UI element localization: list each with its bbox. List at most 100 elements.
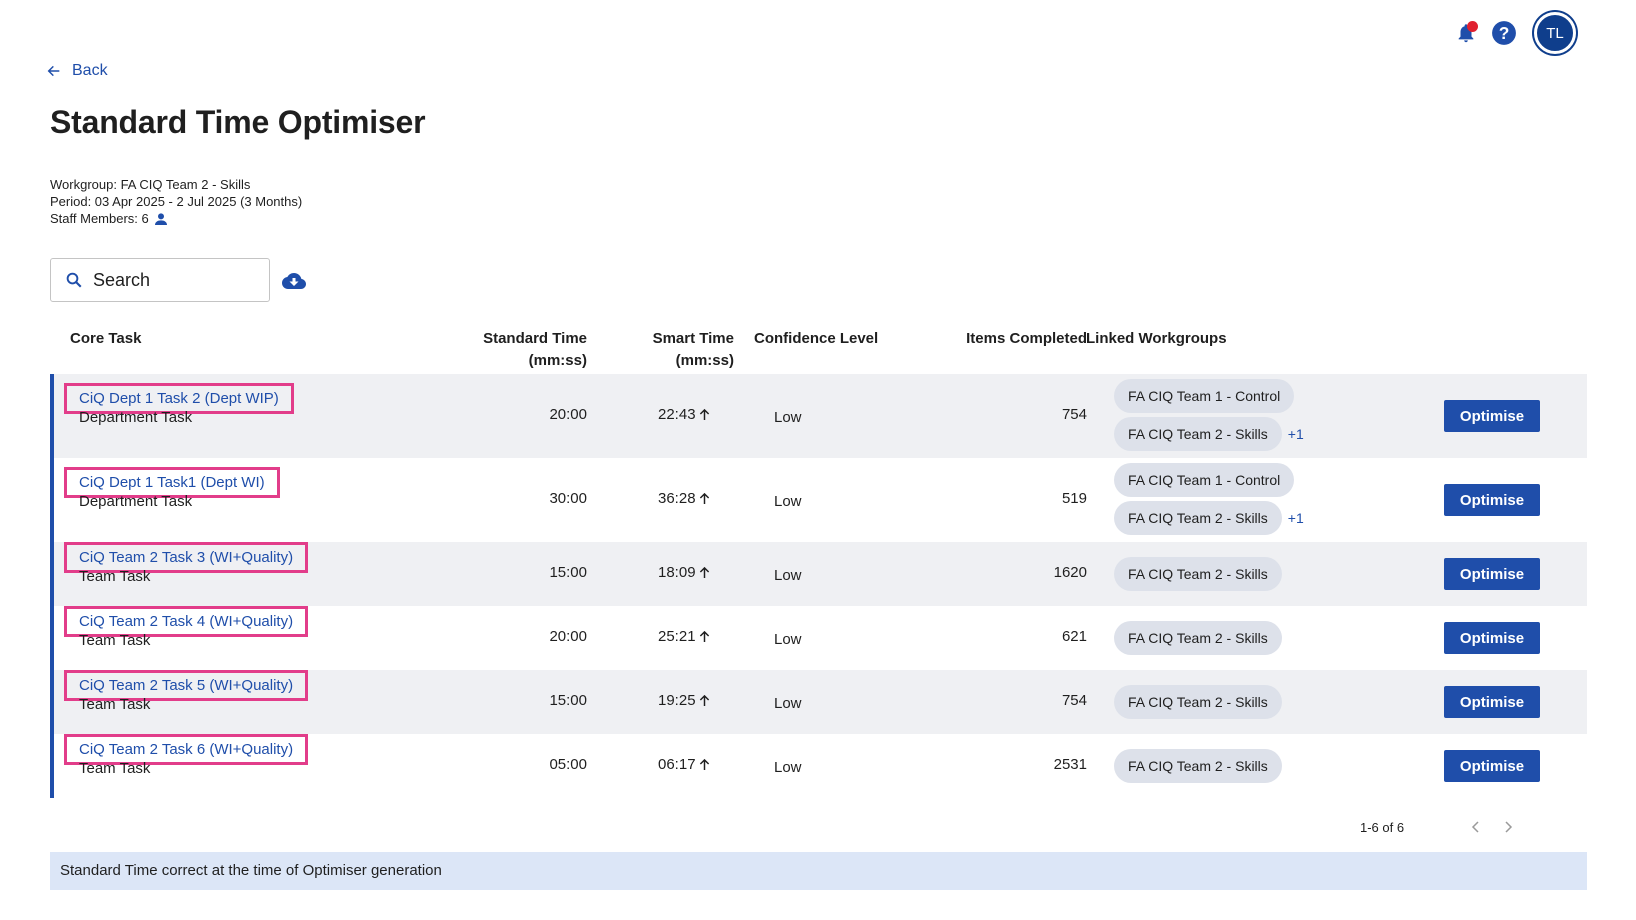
task-cell: CiQ Dept 1 Task 2 (Dept WIP) Department … <box>64 383 294 426</box>
search-icon <box>66 272 82 288</box>
arrow-up-icon <box>699 492 709 504</box>
task-cell: CiQ Team 2 Task 4 (WI+Quality) Team Task <box>64 606 309 649</box>
confidence-level: Low <box>774 409 802 426</box>
smart-time: 36:28 <box>658 490 710 507</box>
workgroup-chip: FA CIQ Team 2 - Skills <box>1114 501 1282 535</box>
header-confidence: Confidence Level <box>754 330 879 347</box>
chevron-right-icon <box>1505 821 1513 833</box>
notifications-button[interactable] <box>1452 19 1480 47</box>
standard-time: 20:00 <box>549 628 587 645</box>
staff-members-text: Staff Members: 6 <box>50 211 149 226</box>
pagination: 1-6 of 6 <box>1360 817 1518 837</box>
standard-time: 30:00 <box>549 490 587 507</box>
help-button[interactable]: ? <box>1490 19 1518 47</box>
items-completed: 519 <box>1061 490 1087 507</box>
svg-text:?: ? <box>1499 23 1510 43</box>
standard-time: 05:00 <box>549 756 587 773</box>
optimiser-meta: Workgroup: FA CIQ Team 2 - Skills Period… <box>50 176 302 227</box>
task-cell: CiQ Team 2 Task 5 (WI+Quality) Team Task <box>64 670 309 713</box>
smart-time: 22:43 <box>658 406 710 423</box>
workgroup-chip: FA CIQ Team 1 - Control <box>1114 463 1295 497</box>
items-completed: 754 <box>1061 692 1087 709</box>
optimise-button[interactable]: Optimise <box>1444 622 1540 654</box>
staff-members-row: Staff Members: 6 <box>50 210 302 227</box>
previous-page-button[interactable] <box>1466 817 1486 837</box>
items-completed: 621 <box>1061 628 1087 645</box>
linked-workgroups: FA CIQ Team 2 - Skills <box>1114 557 1282 591</box>
optimise-button[interactable]: Optimise <box>1444 686 1540 718</box>
period-text: Period: 03 Apr 2025 - 2 Jul 2025 (3 Mont… <box>50 194 303 209</box>
workgroup-chip: FA CIQ Team 2 - Skills <box>1114 417 1282 451</box>
smart-time: 25:21 <box>658 628 710 645</box>
confidence-level: Low <box>774 695 802 712</box>
avatar[interactable]: TL <box>1534 12 1576 54</box>
search-box[interactable] <box>50 258 270 302</box>
items-completed: 754 <box>1061 406 1087 423</box>
table-row: CiQ Team 2 Task 5 (WI+Quality) Team Task… <box>54 670 1587 734</box>
search-input[interactable] <box>93 269 243 291</box>
optimise-button[interactable]: Optimise <box>1444 750 1540 782</box>
standard-time: 20:00 <box>549 406 587 423</box>
task-cell: CiQ Team 2 Task 3 (WI+Quality) Team Task <box>64 542 309 585</box>
chevron-left-icon <box>1472 821 1479 833</box>
items-completed: 2531 <box>1053 756 1087 773</box>
back-label: Back <box>72 62 108 79</box>
tasks-table: CiQ Dept 1 Task 2 (Dept WIP) Department … <box>50 374 1587 798</box>
arrow-up-icon <box>699 566 709 578</box>
workgroup-chip: FA CIQ Team 1 - Control <box>1114 379 1295 413</box>
smart-time: 19:25 <box>658 692 710 709</box>
page-title: Standard Time Optimiser <box>50 104 426 140</box>
optimise-button[interactable]: Optimise <box>1444 400 1540 432</box>
confidence-level: Low <box>774 493 802 510</box>
standard-time: 15:00 <box>549 692 587 709</box>
header-core-task: Core Task <box>70 330 142 347</box>
items-completed: 1620 <box>1053 564 1087 581</box>
header-smart-time: Smart Time (mm:ss) <box>652 330 734 369</box>
question-circle-icon: ? <box>1492 21 1516 45</box>
person-icon <box>154 212 167 225</box>
task-cell: CiQ Team 2 Task 6 (WI+Quality) Team Task <box>64 734 309 777</box>
header-items-completed: Items Completed <box>966 330 1087 347</box>
notification-badge <box>1467 21 1478 32</box>
arrow-up-icon <box>699 758 709 770</box>
linked-workgroups: FA CIQ Team 1 - Control FA CIQ Team 2 - … <box>1114 463 1304 535</box>
next-page-button[interactable] <box>1498 817 1518 837</box>
standard-time: 15:00 <box>549 564 587 581</box>
smart-time: 18:09 <box>658 564 710 581</box>
workgroup-chip: FA CIQ Team 2 - Skills <box>1114 749 1282 783</box>
download-button[interactable] <box>282 272 306 295</box>
smart-time: 06:17 <box>658 756 710 773</box>
pagination-range: 1-6 of 6 <box>1360 819 1405 835</box>
arrow-up-icon <box>699 694 709 706</box>
header-linked-workgroups: Linked Workgroups <box>1086 330 1227 347</box>
more-workgroups-link[interactable]: +1 <box>1288 426 1304 442</box>
arrow-left-icon <box>47 65 60 77</box>
table-row: CiQ Team 2 Task 6 (WI+Quality) Team Task… <box>54 734 1587 798</box>
back-link[interactable]: Back <box>46 62 108 80</box>
confidence-level: Low <box>774 759 802 776</box>
table-row: CiQ Dept 1 Task1 (Dept WI) Department Ta… <box>54 458 1587 542</box>
linked-workgroups: FA CIQ Team 2 - Skills <box>1114 685 1282 719</box>
workgroup-chip: FA CIQ Team 2 - Skills <box>1114 557 1282 591</box>
linked-workgroups: FA CIQ Team 2 - Skills <box>1114 621 1282 655</box>
task-cell: CiQ Dept 1 Task1 (Dept WI) Department Ta… <box>64 467 280 510</box>
optimise-button[interactable]: Optimise <box>1444 484 1540 516</box>
workgroup-chip: FA CIQ Team 2 - Skills <box>1114 685 1282 719</box>
header-actions: ? TL <box>1452 12 1576 54</box>
more-workgroups-link[interactable]: +1 <box>1288 510 1304 526</box>
linked-workgroups: FA CIQ Team 1 - Control FA CIQ Team 2 - … <box>1114 379 1304 451</box>
table-row: CiQ Team 2 Task 3 (WI+Quality) Team Task… <box>54 542 1587 606</box>
table-header: Core Task Standard Time (mm:ss) Smart Ti… <box>50 328 1587 378</box>
header-standard-time: Standard Time (mm:ss) <box>483 330 587 369</box>
cloud-download-icon <box>282 273 306 289</box>
arrow-up-icon <box>699 630 709 642</box>
confidence-level: Low <box>774 567 802 584</box>
confidence-level: Low <box>774 631 802 648</box>
workgroup-text: Workgroup: FA CIQ Team 2 - Skills <box>50 177 251 192</box>
table-row: CiQ Dept 1 Task 2 (Dept WIP) Department … <box>54 374 1587 458</box>
table-row: CiQ Team 2 Task 4 (WI+Quality) Team Task… <box>54 606 1587 670</box>
optimise-button[interactable]: Optimise <box>1444 558 1540 590</box>
linked-workgroups: FA CIQ Team 2 - Skills <box>1114 749 1282 783</box>
arrow-up-icon <box>699 408 709 420</box>
standard-time-note: Standard Time correct at the time of Opt… <box>50 852 1587 890</box>
